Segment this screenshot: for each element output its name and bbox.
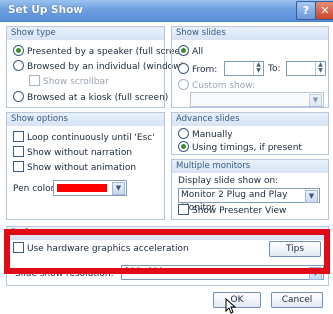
- display-on-select[interactable]: Monitor 2 Plug and Play Monitor ▼: [178, 188, 320, 213]
- radio-unselected: [13, 60, 24, 71]
- presented-by-speaker-radio[interactable]: Presented by a speaker (full screen): [13, 45, 189, 58]
- close-icon: ✕: [320, 4, 330, 17]
- manually-label: Manually: [192, 130, 233, 140]
- cancel-button-label: Cancel: [281, 295, 313, 305]
- checkbox-unchecked: [13, 161, 24, 172]
- multiple-monitors-header: Multiple monitors: [172, 160, 328, 173]
- cancel-button[interactable]: Cancel: [271, 292, 323, 308]
- pen-color-label: Pen color:: [13, 184, 58, 194]
- custom-show-radio[interactable]: Custom show:: [178, 79, 255, 92]
- dialog-title: Set Up Show: [8, 4, 84, 16]
- browsed-at-kiosk-label: Browsed at a kiosk (full screen): [27, 93, 169, 103]
- help-icon: ?: [302, 4, 310, 17]
- to-input[interactable]: ▲ ▼: [286, 61, 326, 76]
- pen-color-picker[interactable]: ▼: [53, 180, 127, 196]
- show-options-group: Show options Loop continuously until 'Es…: [6, 112, 165, 220]
- radio-selected: [178, 45, 189, 56]
- advance-slides-group: Advance slides Manually Using timings, i…: [171, 112, 329, 155]
- close-button[interactable]: ✕: [315, 1, 333, 20]
- radio-selected: [178, 141, 189, 152]
- loop-checkbox[interactable]: Loop continuously until 'Esc': [13, 131, 155, 144]
- manually-radio[interactable]: Manually: [178, 128, 233, 141]
- without-narration-label: Show without narration: [27, 148, 133, 158]
- chevron-down-icon: ▼: [305, 190, 318, 203]
- show-scrollbar-checkbox[interactable]: Show scrollbar: [29, 75, 109, 88]
- all-slides-radio[interactable]: All: [178, 45, 203, 58]
- all-slides-label: All: [192, 47, 204, 57]
- from-spinner-icon[interactable]: ▲ ▼: [253, 62, 263, 75]
- without-animation-checkbox[interactable]: Show without animation: [13, 161, 136, 174]
- help-button[interactable]: ?: [296, 1, 316, 20]
- to-spinner-icon[interactable]: ▲ ▼: [315, 62, 325, 75]
- without-narration-checkbox[interactable]: Show without narration: [13, 146, 132, 159]
- custom-show-label: Custom show:: [192, 81, 256, 91]
- show-options-header: Show options: [7, 113, 164, 126]
- show-type-group: Show type Presented by a speaker (full s…: [6, 26, 189, 108]
- chevron-down-icon: ▼: [309, 94, 322, 107]
- without-animation-label: Show without animation: [27, 163, 137, 173]
- checkbox-unchecked: [13, 131, 24, 142]
- using-timings-radio[interactable]: Using timings, if present: [178, 141, 302, 154]
- show-type-header: Show type: [7, 27, 164, 40]
- from-radio[interactable]: From:: [178, 63, 217, 76]
- radio-selected: [13, 45, 24, 56]
- show-slides-header: Show slides: [172, 27, 328, 40]
- browsed-by-individual-radio[interactable]: Browsed by an individual (window): [13, 60, 184, 73]
- checkbox-unchecked: [178, 204, 189, 215]
- advance-slides-header: Advance slides: [172, 113, 328, 126]
- custom-show-select[interactable]: ▼: [190, 92, 324, 107]
- checkbox-unchecked: [29, 75, 40, 86]
- setup-show-dialog: Set Up Show ? ✕ Show type Presented by a…: [0, 0, 333, 314]
- from-input[interactable]: ▲ ▼: [224, 61, 264, 76]
- show-presenter-view-label: Show Presenter View: [192, 206, 287, 216]
- from-label: From:: [192, 65, 218, 75]
- using-timings-label: Using timings, if present: [192, 143, 302, 153]
- radio-unselected: [178, 63, 189, 74]
- radio-unselected: [13, 91, 24, 102]
- pen-color-swatch: [57, 184, 107, 192]
- loop-label: Loop continuously until 'Esc': [27, 133, 155, 143]
- browsed-by-individual-label: Browsed by an individual (window): [27, 62, 185, 72]
- ok-button[interactable]: OK: [213, 292, 261, 308]
- chevron-down-icon: ▼: [112, 182, 125, 195]
- highlight-box: [4, 229, 330, 274]
- checkbox-unchecked: [13, 146, 24, 157]
- title-bar: Set Up Show ? ✕: [0, 0, 333, 22]
- multiple-monitors-group: Multiple monitors Display slide show on:…: [171, 159, 329, 220]
- show-scrollbar-label: Show scrollbar: [43, 77, 109, 87]
- to-label: To:: [268, 64, 281, 74]
- presented-by-speaker-label: Presented by a speaker (full screen): [27, 47, 190, 57]
- show-presenter-view-checkbox[interactable]: Show Presenter View: [178, 204, 286, 217]
- show-slides-group: Show slides All From: ▲ ▼ To: ▲ ▼ Custom s…: [171, 26, 329, 108]
- radio-unselected: [178, 128, 189, 139]
- browsed-at-kiosk-radio[interactable]: Browsed at a kiosk (full screen): [13, 91, 168, 104]
- radio-unselected: [178, 79, 189, 90]
- display-on-label: Display slide show on:: [178, 176, 279, 186]
